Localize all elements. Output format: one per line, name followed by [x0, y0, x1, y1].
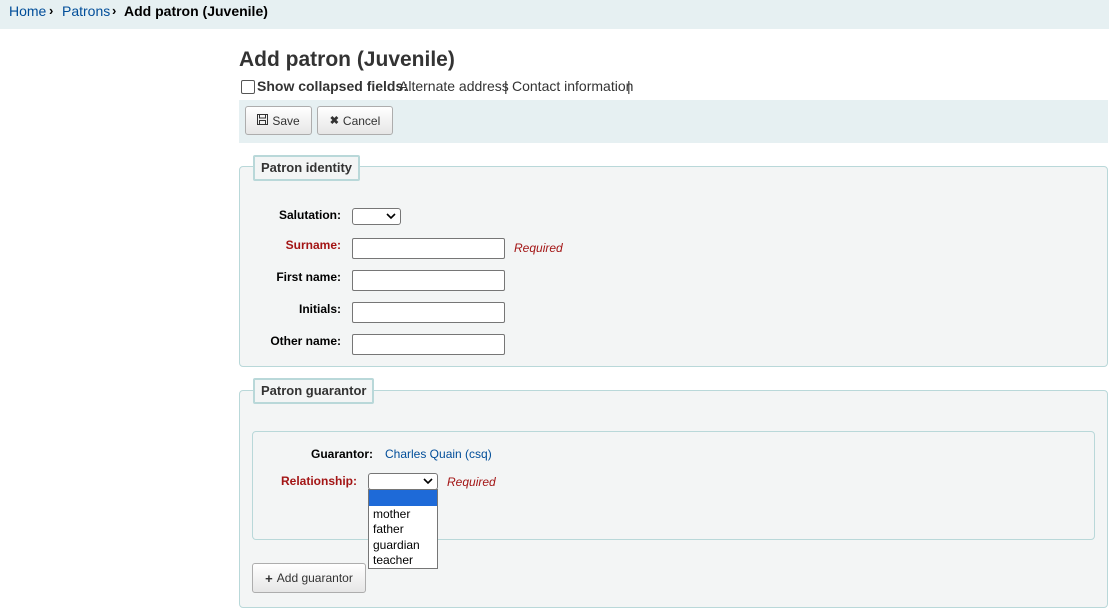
- cancel-button-label: Cancel: [342, 113, 381, 128]
- link-separator: |: [504, 78, 508, 94]
- relationship-dropdown-list: mother father guardian teacher: [368, 489, 438, 569]
- other-name-input[interactable]: [352, 334, 505, 355]
- alternate-address-link[interactable]: Alternate address: [399, 77, 509, 95]
- initials-input[interactable]: [352, 302, 505, 323]
- surname-label: Surname:: [285, 238, 341, 252]
- add-guarantor-label: Add guarantor: [276, 571, 353, 585]
- show-collapsed-label: Show collapsed fields:: [257, 78, 408, 94]
- surname-required-note: Required: [514, 241, 563, 255]
- first-name-input[interactable]: [352, 270, 505, 291]
- relationship-option-guardian[interactable]: guardian: [369, 537, 437, 553]
- relationship-option-empty[interactable]: [369, 490, 437, 506]
- patron-identity-legend: Patron identity: [253, 155, 361, 181]
- cancel-button[interactable]: ✖ Cancel: [317, 106, 393, 135]
- breadcrumb: Home › Patrons › Add patron (Juvenile): [0, 0, 1109, 29]
- relationship-option-father[interactable]: father: [369, 521, 437, 537]
- guarantor-link[interactable]: Charles Quain (csq): [385, 446, 492, 462]
- save-icon: [257, 113, 269, 128]
- relationship-option-mother[interactable]: mother: [369, 506, 437, 522]
- guarantor-label: Guarantor:: [310, 447, 373, 461]
- add-guarantor-button[interactable]: + Add guarantor: [252, 563, 366, 593]
- relationship-option-teacher[interactable]: teacher: [369, 552, 437, 568]
- chevron-down-icon: [386, 209, 396, 229]
- save-button[interactable]: Save: [245, 106, 312, 135]
- patron-guarantor-legend: Patron guarantor: [253, 378, 375, 404]
- relationship-label: Relationship:: [280, 474, 357, 488]
- breadcrumb-current: Add patron (Juvenile): [124, 3, 268, 19]
- relationship-select[interactable]: [368, 473, 438, 490]
- breadcrumb-home-link[interactable]: Home: [9, 3, 46, 19]
- surname-input[interactable]: [352, 238, 505, 259]
- salutation-select[interactable]: [352, 208, 401, 225]
- contact-information-link[interactable]: Contact information: [512, 77, 633, 95]
- breadcrumb-separator: ›: [112, 3, 117, 18]
- breadcrumb-patrons-link[interactable]: Patrons: [62, 3, 110, 19]
- relationship-required-note: Required: [447, 475, 496, 489]
- close-icon: ✖: [329, 115, 339, 127]
- toolbar: Save ✖ Cancel: [239, 100, 1108, 143]
- page-title: Add patron (Juvenile): [239, 48, 455, 71]
- breadcrumb-separator: ›: [49, 3, 54, 18]
- link-separator: |: [627, 78, 631, 94]
- save-button-label: Save: [272, 113, 300, 128]
- salutation-label: Salutation:: [279, 208, 341, 222]
- plus-icon: +: [265, 570, 273, 586]
- initials-label: Initials:: [298, 302, 341, 316]
- other-name-label: Other name:: [270, 334, 341, 348]
- show-collapsed-checkbox[interactable]: [241, 80, 255, 94]
- first-name-label: First name:: [276, 270, 341, 284]
